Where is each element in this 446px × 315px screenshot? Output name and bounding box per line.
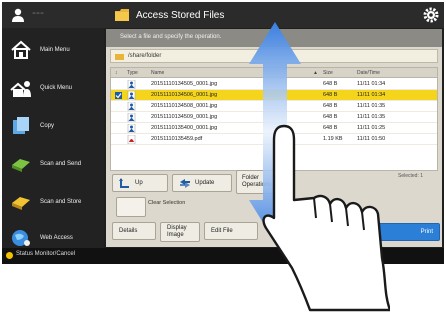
up-arrow-icon (119, 178, 129, 188)
checkbox-icon[interactable] (115, 103, 122, 110)
menu-label: Scan and Send (40, 161, 82, 167)
image-file-icon (127, 80, 136, 89)
page-title: Access Stored Files (136, 9, 225, 21)
current-path: /share/folder (128, 53, 162, 59)
column-name[interactable]: Name (151, 70, 164, 76)
menu-item-scan-send[interactable]: Scan and Send (2, 146, 104, 182)
image-file-icon (127, 113, 136, 122)
print-label: Print (420, 229, 433, 235)
refresh-icon (180, 179, 190, 188)
quick-menu-icon (10, 81, 31, 97)
details-button[interactable]: Details (112, 222, 156, 240)
copy-icon (13, 117, 29, 134)
folder-icon (115, 53, 124, 60)
user-name: --- (32, 6, 44, 19)
menu-item-quick-menu[interactable]: Quick Menu (2, 70, 104, 106)
pdf-file-icon (127, 135, 136, 144)
checkbox-icon[interactable] (115, 125, 122, 132)
file-date: 11/11 01:35 (357, 103, 386, 109)
file-name: 20151110134505_0001.jpg (151, 81, 218, 87)
update-label: Update (195, 180, 215, 186)
menu-label: Quick Menu (40, 85, 73, 91)
menu-label: Scan and Store (40, 199, 82, 205)
menu-item-scan-store[interactable]: Scan and Store (2, 184, 104, 220)
menu-item-main-menu[interactable]: Main Menu (2, 32, 104, 68)
sort-indicator-icon: ▲ (313, 70, 318, 76)
scan-send-icon (12, 159, 30, 172)
clear-selection-label: Clear Selection (148, 200, 186, 206)
checkbox-icon[interactable] (115, 81, 122, 88)
clear-selection-button[interactable] (116, 197, 146, 217)
selected-count: Selected: 1 (398, 173, 424, 179)
file-name: 20151110134509_0001.jpg (151, 114, 218, 120)
image-file-icon (127, 102, 136, 111)
display-image-button[interactable]: Display Image (160, 222, 200, 242)
file-size: 648 B (323, 92, 338, 98)
file-name: 20151110135459.pdf (151, 136, 203, 142)
menu-label: Web Access (40, 235, 73, 241)
checkbox-icon[interactable] (115, 114, 122, 121)
menu-label: Main Menu (40, 47, 70, 53)
up-label: Up (135, 180, 143, 186)
column-type[interactable]: Type (127, 70, 138, 76)
image-file-icon (127, 124, 136, 133)
file-size: 648 B (323, 103, 338, 109)
user-icon[interactable] (10, 7, 26, 23)
column-date[interactable]: Date/Time (357, 70, 380, 76)
file-date: 11/11 01:34 (357, 92, 386, 98)
globe-icon (12, 230, 30, 246)
file-name: 20151110134508_0001.jpg (151, 103, 218, 109)
folder-icon (115, 9, 129, 21)
hand-gesture-icon (262, 124, 390, 312)
column-size[interactable]: Size (323, 70, 333, 76)
status-indicator-icon (6, 252, 13, 259)
file-name: 20151110134506_0001.jpg (151, 92, 218, 98)
checkbox-icon[interactable] (115, 92, 122, 99)
menu-item-copy[interactable]: Copy (2, 108, 104, 144)
status-label: Status Monitor/Cancel (16, 251, 76, 257)
home-icon (11, 40, 31, 59)
scan-store-icon (12, 197, 30, 210)
up-button[interactable]: Up (112, 174, 168, 192)
update-button[interactable]: Update (172, 174, 232, 192)
gear-icon[interactable] (422, 6, 440, 24)
image-file-icon (127, 91, 136, 100)
left-menu: Main Menu Quick Menu Copy Scan and Send … (2, 28, 104, 249)
menu-label: Copy (40, 123, 55, 129)
top-bar: --- Access Stored Files (2, 2, 444, 28)
checkbox-icon[interactable] (115, 136, 122, 143)
file-date: 11/11 01:34 (357, 81, 386, 87)
file-size: 648 B (323, 81, 338, 87)
title-area: Access Stored Files (114, 6, 224, 24)
file-name: 20151110135400_0001.jpg (151, 125, 218, 131)
sort-icon[interactable]: ↕ (115, 70, 118, 76)
